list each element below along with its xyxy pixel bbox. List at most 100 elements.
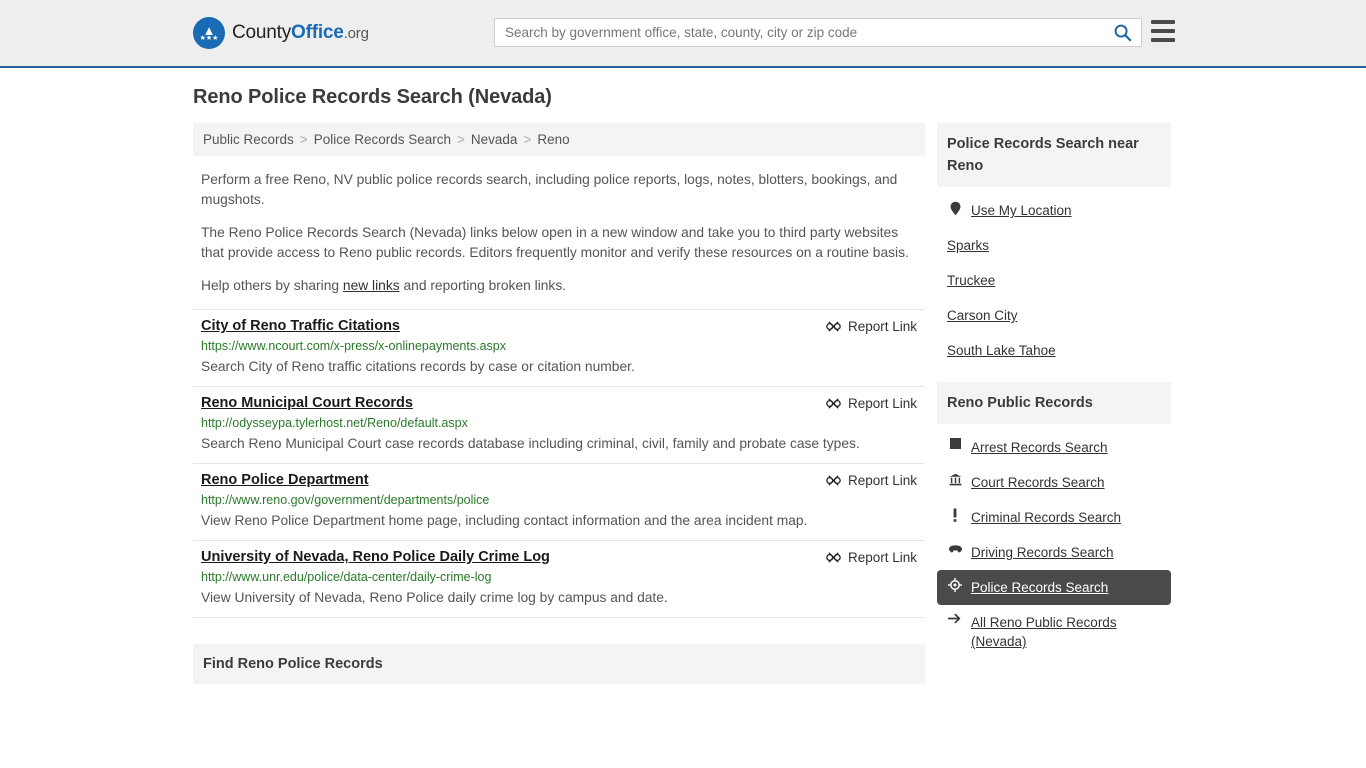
sidebar-item-label: South Lake Tahoe	[947, 343, 1056, 358]
report-link-label: Report Link	[847, 396, 917, 411]
result-item: University of Nevada, Reno Police Daily …	[193, 541, 925, 618]
result-url: https://www.ncourt.com/x-press/x-onlinep…	[201, 339, 506, 353]
results-list: City of Reno Traffic Citations Report Li…	[193, 309, 925, 618]
public-records-card: Reno Public Records Arrest Records Searc…	[937, 382, 1171, 659]
police-badge-icon	[947, 578, 963, 592]
result-header: University of Nevada, Reno Police Daily …	[201, 549, 917, 565]
hamburger-menu-icon[interactable]	[1151, 20, 1175, 42]
exclamation-icon	[947, 508, 963, 522]
result-title[interactable]: University of Nevada, Reno Police Daily …	[201, 549, 550, 565]
content-columns: Public Records > Police Records Search >…	[193, 123, 1180, 684]
new-links-link[interactable]: new links	[343, 278, 400, 293]
site-header: ▲ ★★★ CountyOffice.org	[0, 0, 1366, 68]
page-title: Reno Police Records Search (Nevada)	[193, 86, 552, 108]
sidebar-item-use-my-location[interactable]: Use My Location	[937, 193, 1171, 228]
search-bar	[494, 18, 1142, 47]
sidebar-item-all-public-records[interactable]: All Reno Public Records (Nevada)	[937, 605, 1171, 659]
breadcrumb: Public Records > Police Records Search >…	[193, 123, 925, 156]
report-link-button[interactable]: Report Link	[826, 473, 917, 488]
sidebar-item-driving-records[interactable]: Driving Records Search	[937, 535, 1171, 570]
sidebar-item-label: Arrest Records Search	[971, 440, 1108, 455]
sidebar-item-arrest-records[interactable]: Arrest Records Search	[937, 430, 1171, 465]
search-icon	[1114, 24, 1131, 42]
report-link-label: Report Link	[847, 550, 917, 565]
result-title[interactable]: City of Reno Traffic Citations	[201, 318, 400, 334]
breadcrumb-item-2[interactable]: Nevada	[471, 132, 518, 147]
page-container: Reno Police Records Search (Nevada) Publ…	[0, 68, 1366, 684]
sidebar-item-label: Sparks	[947, 238, 990, 253]
search-button[interactable]	[1103, 19, 1141, 46]
main-column: Public Records > Police Records Search >…	[193, 123, 925, 684]
report-link-button[interactable]: Report Link	[826, 396, 917, 411]
sidebar-item-label: Court Records Search	[971, 475, 1105, 490]
intro-paragraph-3: Help others by sharing new links and rep…	[193, 276, 925, 296]
sidebar-item-sparks[interactable]: Sparks	[937, 228, 1171, 263]
nearby-searches-card: Police Records Search near Reno Use My L…	[937, 123, 1171, 368]
arrest-square-icon	[947, 438, 963, 449]
result-url: http://odysseypa.tylerhost.net/Reno/defa…	[201, 416, 468, 430]
sidebar-item-police-records[interactable]: Police Records Search	[937, 570, 1171, 605]
intro-p3-before: Help others by sharing	[201, 278, 343, 293]
sidebar-item-south-lake-tahoe[interactable]: South Lake Tahoe	[937, 333, 1171, 368]
nearby-searches-list: Use My Location Sparks Truckee Carson Ci…	[937, 187, 1171, 368]
site-logo[interactable]: ▲ ★★★ CountyOffice.org	[193, 17, 369, 49]
location-pin-icon	[947, 201, 963, 216]
sidebar-item-label: Use My Location	[971, 203, 1072, 218]
sidebar-item-court-records[interactable]: Court Records Search	[937, 465, 1171, 500]
sidebar-item-criminal-records[interactable]: Criminal Records Search	[937, 500, 1171, 535]
sidebar: Police Records Search near Reno Use My L…	[937, 123, 1171, 673]
result-title[interactable]: Reno Municipal Court Records	[201, 395, 413, 411]
public-records-list: Arrest Records Search Court Records Sear…	[937, 424, 1171, 659]
courthouse-icon	[947, 473, 963, 486]
result-header: City of Reno Traffic Citations Report Li…	[201, 318, 917, 334]
report-link-button[interactable]: Report Link	[826, 319, 917, 334]
result-description: View Reno Police Department home page, i…	[201, 513, 808, 528]
intro-p3-after: and reporting broken links.	[399, 278, 567, 293]
sidebar-item-label: Driving Records Search	[971, 545, 1114, 560]
broken-link-icon	[826, 552, 841, 563]
brand-org: .org	[343, 25, 369, 42]
sidebar-item-label: Truckee	[947, 273, 996, 288]
breadcrumb-separator: >	[299, 132, 308, 147]
find-records-section: Find Reno Police Records	[193, 644, 925, 684]
breadcrumb-separator: >	[523, 132, 532, 147]
result-item: Reno Municipal Court Records Report Link…	[193, 387, 925, 464]
result-item: City of Reno Traffic Citations Report Li…	[193, 309, 925, 387]
result-item: Reno Police Department Report Link http:…	[193, 464, 925, 541]
result-header: Reno Municipal Court Records Report Link	[201, 395, 917, 411]
breadcrumb-separator: >	[457, 132, 465, 147]
countyoffice-emblem-icon: ▲ ★★★	[193, 17, 225, 49]
intro-paragraph-2: The Reno Police Records Search (Nevada) …	[201, 225, 909, 260]
result-url: http://www.unr.edu/police/data-center/da…	[201, 570, 492, 584]
sidebar-item-truckee[interactable]: Truckee	[937, 263, 1171, 298]
result-header: Reno Police Department Report Link	[201, 472, 917, 488]
car-icon	[947, 543, 963, 553]
broken-link-icon	[826, 398, 841, 409]
public-records-title: Reno Public Records	[937, 382, 1171, 424]
result-description: Search City of Reno traffic citations re…	[201, 359, 635, 374]
nearby-searches-title: Police Records Search near Reno	[937, 123, 1171, 187]
result-description: Search Reno Municipal Court case records…	[201, 436, 860, 451]
breadcrumb-item-3[interactable]: Reno	[537, 132, 569, 147]
menu-bar-1	[1151, 20, 1175, 24]
sidebar-item-label: Criminal Records Search	[971, 510, 1122, 525]
broken-link-icon	[826, 475, 841, 486]
eagle-icon: ▲	[202, 23, 216, 38]
search-input[interactable]	[495, 19, 1103, 46]
sidebar-item-label: Carson City	[947, 308, 1018, 323]
brand-office: Office	[291, 22, 344, 43]
sidebar-item-label: Police Records Search	[971, 580, 1109, 595]
arrow-right-icon	[947, 613, 963, 624]
menu-bar-3	[1151, 38, 1175, 42]
result-title[interactable]: Reno Police Department	[201, 472, 369, 488]
find-records-title: Find Reno Police Records	[203, 656, 383, 672]
result-url: http://www.reno.gov/government/departmen…	[201, 493, 490, 507]
sidebar-item-label: All Reno Public Records (Nevada)	[971, 615, 1117, 649]
breadcrumb-item-0[interactable]: Public Records	[203, 132, 294, 147]
broken-link-icon	[826, 321, 841, 332]
breadcrumb-item-1[interactable]: Police Records Search	[314, 132, 451, 147]
intro-text: Perform a free Reno, NV public police re…	[193, 170, 925, 296]
sidebar-item-carson-city[interactable]: Carson City	[937, 298, 1171, 333]
report-link-button[interactable]: Report Link	[826, 550, 917, 565]
stars-icon: ★★★	[199, 35, 219, 42]
